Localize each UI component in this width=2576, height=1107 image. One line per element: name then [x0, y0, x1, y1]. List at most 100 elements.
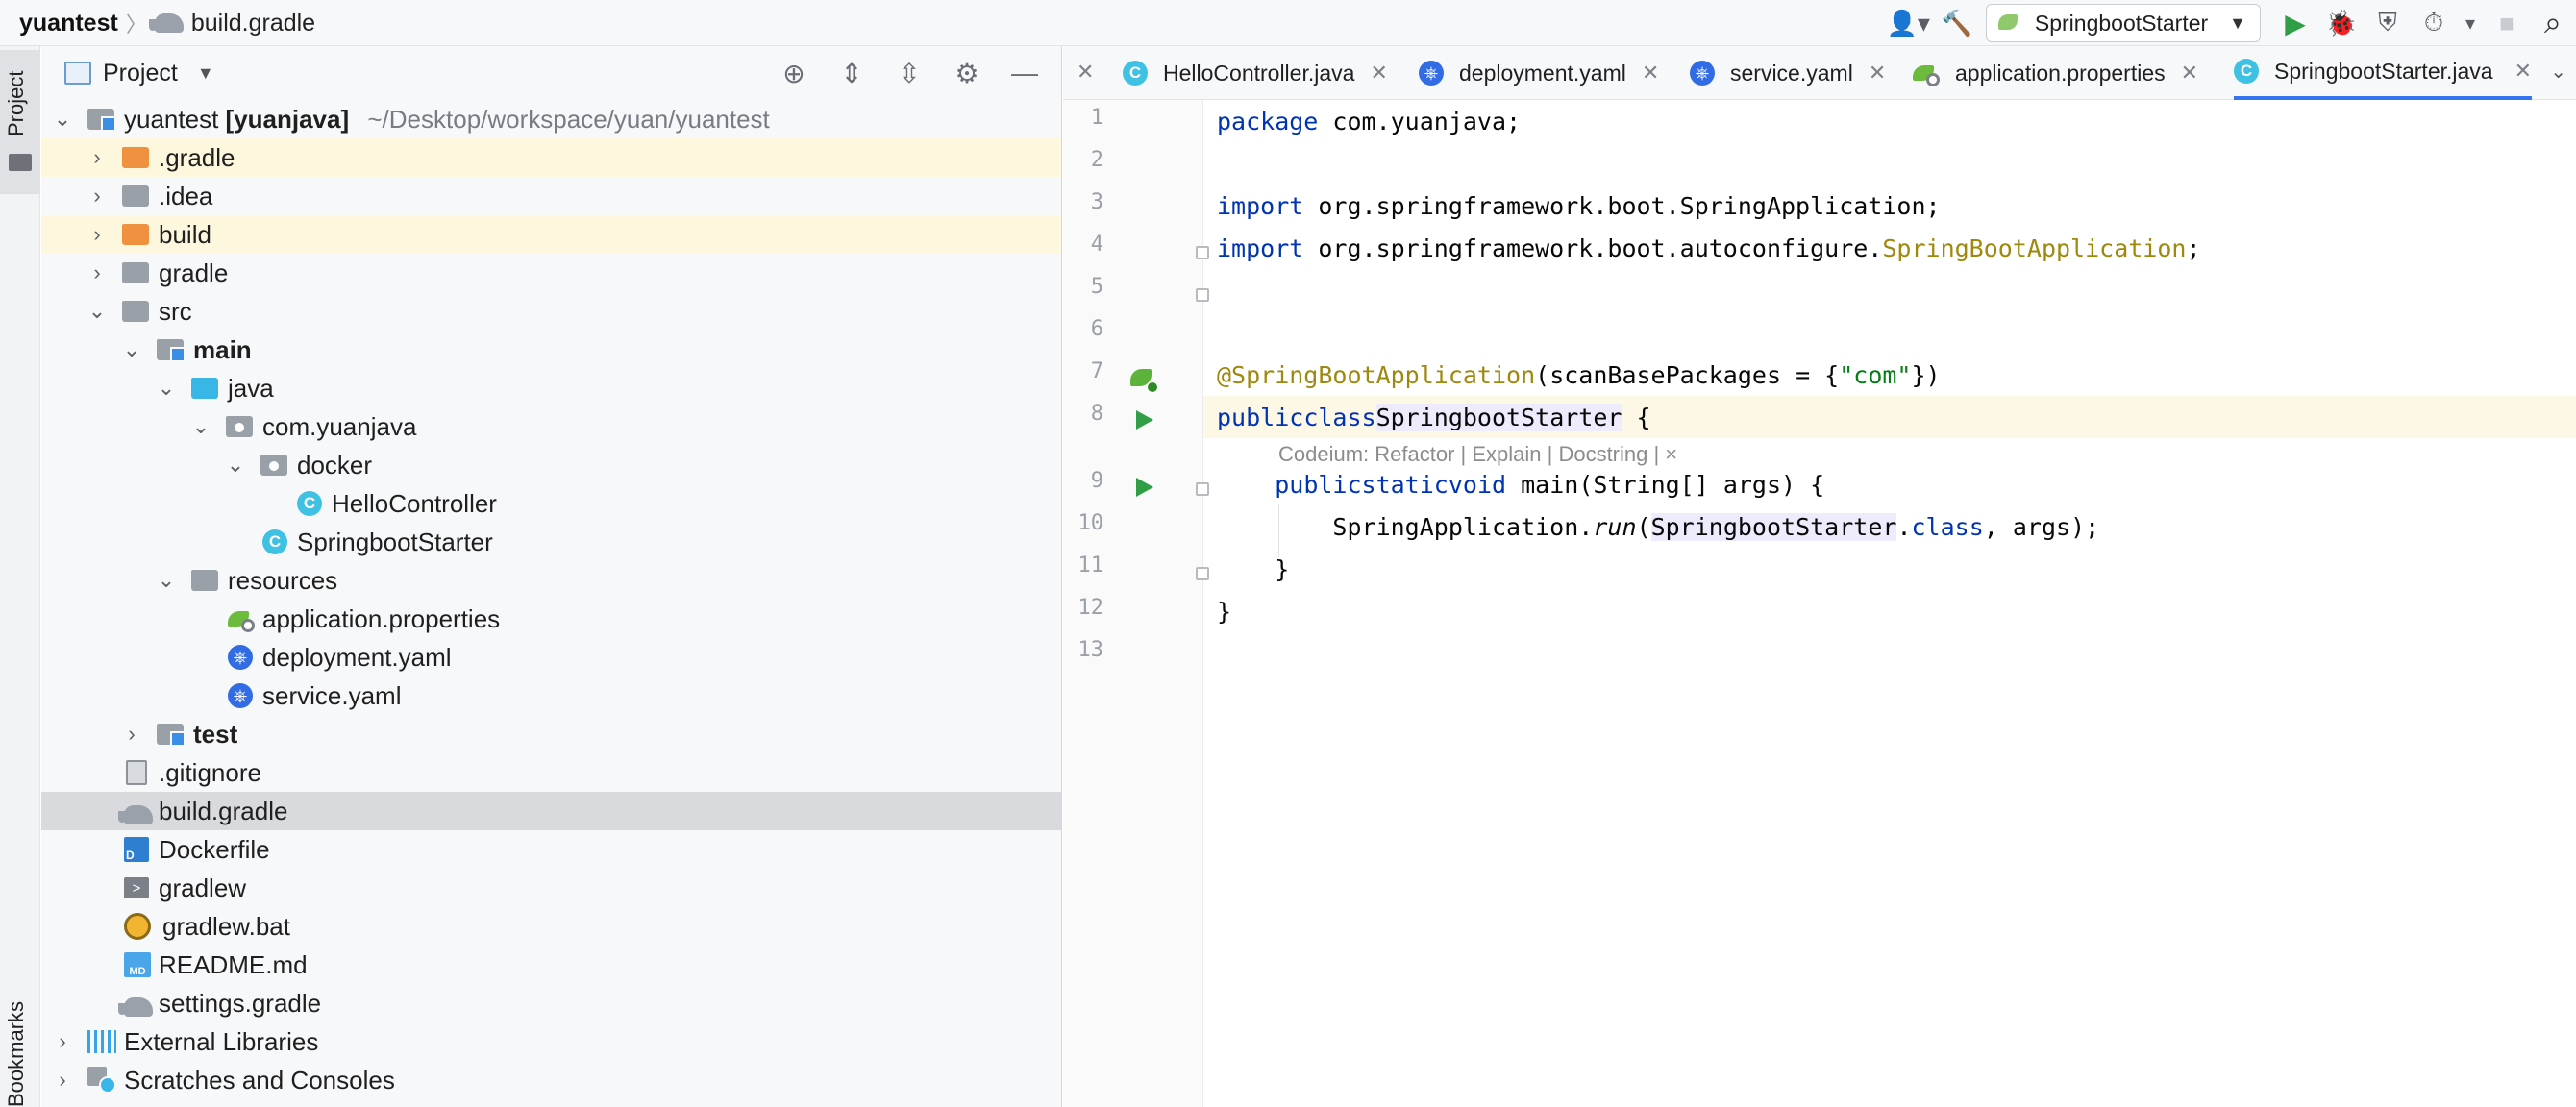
tree-item-main[interactable]: ⌄ main: [41, 331, 1061, 369]
project-tree: ⌄ yuantest [yuanjava] ~/Desktop/workspac…: [41, 100, 1061, 1099]
tree-item-scratches[interactable]: › Scratches and Consoles: [41, 1061, 1061, 1099]
tab-application-properties[interactable]: application.properties ✕: [1911, 46, 2198, 100]
fold-marker-icon[interactable]: [1196, 567, 1209, 580]
profile-icon[interactable]: ⏱: [2415, 4, 2453, 42]
chevron-down-icon[interactable]: ⌄: [157, 568, 176, 593]
chevron-right-icon[interactable]: ›: [87, 184, 107, 209]
tree-item-build-gradle[interactable]: build.gradle: [41, 792, 1061, 830]
tree-item-gradlew[interactable]: > gradlew: [41, 869, 1061, 907]
tree-item-gradle-cache[interactable]: › .gradle: [41, 138, 1061, 177]
tree-item-dockerfile[interactable]: D Dockerfile: [41, 830, 1061, 869]
breadcrumb-project[interactable]: yuantest: [19, 10, 118, 37]
tree-item-src[interactable]: ⌄ src: [41, 292, 1061, 331]
fold-marker-icon[interactable]: [1196, 246, 1209, 259]
tab-hello-controller[interactable]: C HelloController.java ✕: [1123, 46, 1388, 100]
more-run-options-icon[interactable]: ▾: [2461, 4, 2480, 42]
tree-item-external-libraries[interactable]: › External Libraries: [41, 1022, 1061, 1061]
chevron-right-icon[interactable]: ›: [87, 260, 107, 285]
code-area[interactable]: package com.yuanjava; import org.springf…: [1203, 100, 2576, 1107]
close-icon[interactable]: ✕: [1869, 61, 1886, 86]
spring-properties-icon: [226, 607, 255, 632]
spring-bean-gutter-icon[interactable]: [1130, 367, 1157, 392]
tree-item-label: src: [159, 296, 192, 326]
ignore-file-icon: [126, 760, 147, 785]
chevron-down-icon[interactable]: ⌄: [157, 376, 176, 401]
debug-icon[interactable]: 🐞: [2322, 4, 2361, 42]
run-configuration-selector[interactable]: SpringbootStarter ▼: [1985, 4, 2261, 42]
run-icon[interactable]: ▶: [2276, 4, 2315, 42]
chevron-down-icon[interactable]: ⌄: [2550, 60, 2566, 84]
spring-boot-icon: [1997, 12, 2023, 34]
chevron-down-icon[interactable]: ⌄: [191, 414, 211, 439]
chevron-down-icon[interactable]: ⌄: [53, 107, 72, 132]
tree-item-package[interactable]: ⌄ com.yuanjava: [41, 407, 1061, 446]
tree-item-gitignore[interactable]: .gitignore: [41, 753, 1061, 792]
search-icon[interactable]: ⌕: [2534, 4, 2572, 42]
spring-properties-icon: [1911, 62, 1940, 86]
chevron-right-icon[interactable]: ›: [87, 222, 107, 247]
main-toolbar: 👤▾ 🔨 SpringbootStarter ▼ ▶ 🐞 ⛨ ⏱ ▾ ■ ⌕: [1882, 0, 2576, 46]
chevron-right-icon[interactable]: ›: [53, 1029, 72, 1054]
close-icon[interactable]: ✕: [1642, 61, 1659, 86]
tree-item-service-yaml[interactable]: ⎈ service.yaml: [41, 676, 1061, 715]
chevron-down-icon[interactable]: ⌄: [122, 337, 141, 362]
kubernetes-icon: ⎈: [228, 645, 253, 670]
run-class-gutter-icon[interactable]: [1136, 410, 1153, 430]
tree-item-gradlew-bat[interactable]: gradlew.bat: [41, 907, 1061, 946]
java-class-icon: C: [1123, 61, 1148, 86]
tree-item-java[interactable]: ⌄ java: [41, 369, 1061, 407]
locate-file-icon[interactable]: ⊕: [775, 54, 813, 92]
project-stripe-label: Project: [4, 70, 28, 136]
chevron-right-icon[interactable]: ›: [53, 1068, 72, 1093]
chevron-right-icon[interactable]: ›: [122, 722, 141, 747]
tree-item-settings-gradle[interactable]: settings.gradle: [41, 984, 1061, 1022]
hide-panel-icon[interactable]: —: [1005, 54, 1044, 92]
close-icon[interactable]: ✕: [1370, 61, 1387, 86]
line-number: 12: [1077, 596, 1104, 620]
kubernetes-icon: ⎈: [1690, 61, 1715, 86]
chevron-down-icon[interactable]: ⌄: [87, 299, 107, 324]
collapse-all-icon[interactable]: ⇳: [890, 54, 929, 92]
chevron-down-icon[interactable]: ▼: [197, 63, 214, 84]
stop-icon[interactable]: ■: [2488, 4, 2526, 42]
run-main-gutter-icon[interactable]: [1136, 478, 1153, 497]
fold-marker-icon[interactable]: [1196, 482, 1209, 496]
expand-all-icon[interactable]: ⇕: [832, 54, 871, 92]
tree-item-test[interactable]: › test: [41, 715, 1061, 753]
close-icon[interactable]: ✕: [1077, 60, 1094, 85]
coverage-icon[interactable]: ⛨: [2368, 4, 2407, 42]
tree-item-resources[interactable]: ⌄ resources: [41, 561, 1061, 600]
annotation-reference: SpringBootApplication: [1882, 234, 2187, 262]
tree-item-idea[interactable]: › .idea: [41, 177, 1061, 215]
build-hammer-icon[interactable]: 🔨: [1938, 4, 1976, 42]
user-icon[interactable]: 👤▾: [1886, 4, 1929, 42]
tree-item-springboot-starter[interactable]: C SpringbootStarter: [41, 523, 1061, 561]
module-folder-icon: [87, 109, 116, 132]
bookmarks-stripe-label[interactable]: Bookmarks: [4, 1001, 29, 1107]
tree-item-label: gradlew: [159, 873, 247, 902]
line-number: 13: [1077, 638, 1104, 662]
kubernetes-icon: ⎈: [1419, 61, 1444, 86]
tree-item-gradle[interactable]: › gradle: [41, 254, 1061, 292]
fold-marker-icon[interactable]: [1196, 288, 1209, 302]
close-icon[interactable]: ✕: [2181, 61, 2198, 86]
tree-item-docker-package[interactable]: ⌄ docker: [41, 446, 1061, 484]
tree-item-readme[interactable]: MD README.md: [41, 946, 1061, 984]
tree-item-root[interactable]: ⌄ yuantest [yuanjava] ~/Desktop/workspac…: [41, 100, 1061, 138]
tree-item-hello-controller[interactable]: C HelloController: [41, 484, 1061, 523]
tree-item-label: .gitignore: [159, 757, 261, 787]
tree-item-deployment-yaml[interactable]: ⎈ deployment.yaml: [41, 638, 1061, 676]
tab-service-yaml[interactable]: ⎈ service.yaml ✕: [1690, 46, 1886, 100]
tree-item-build[interactable]: › build: [41, 215, 1061, 254]
chevron-right-icon[interactable]: ›: [87, 145, 107, 170]
tree-item-application-properties[interactable]: application.properties: [41, 600, 1061, 638]
tree-item-label: Scratches and Consoles: [124, 1065, 395, 1095]
project-panel-title[interactable]: Project: [103, 60, 178, 87]
close-icon[interactable]: ✕: [2514, 59, 2532, 84]
tab-deployment-yaml[interactable]: ⎈ deployment.yaml ✕: [1419, 46, 1659, 100]
chevron-down-icon[interactable]: ⌄: [226, 453, 245, 478]
tab-springboot-starter[interactable]: C SpringbootStarter.java ✕: [2234, 46, 2533, 100]
project-tool-window-button[interactable]: Project: [0, 50, 40, 194]
breadcrumb-file[interactable]: build.gradle: [191, 10, 315, 37]
gear-icon[interactable]: ⚙: [948, 54, 986, 92]
